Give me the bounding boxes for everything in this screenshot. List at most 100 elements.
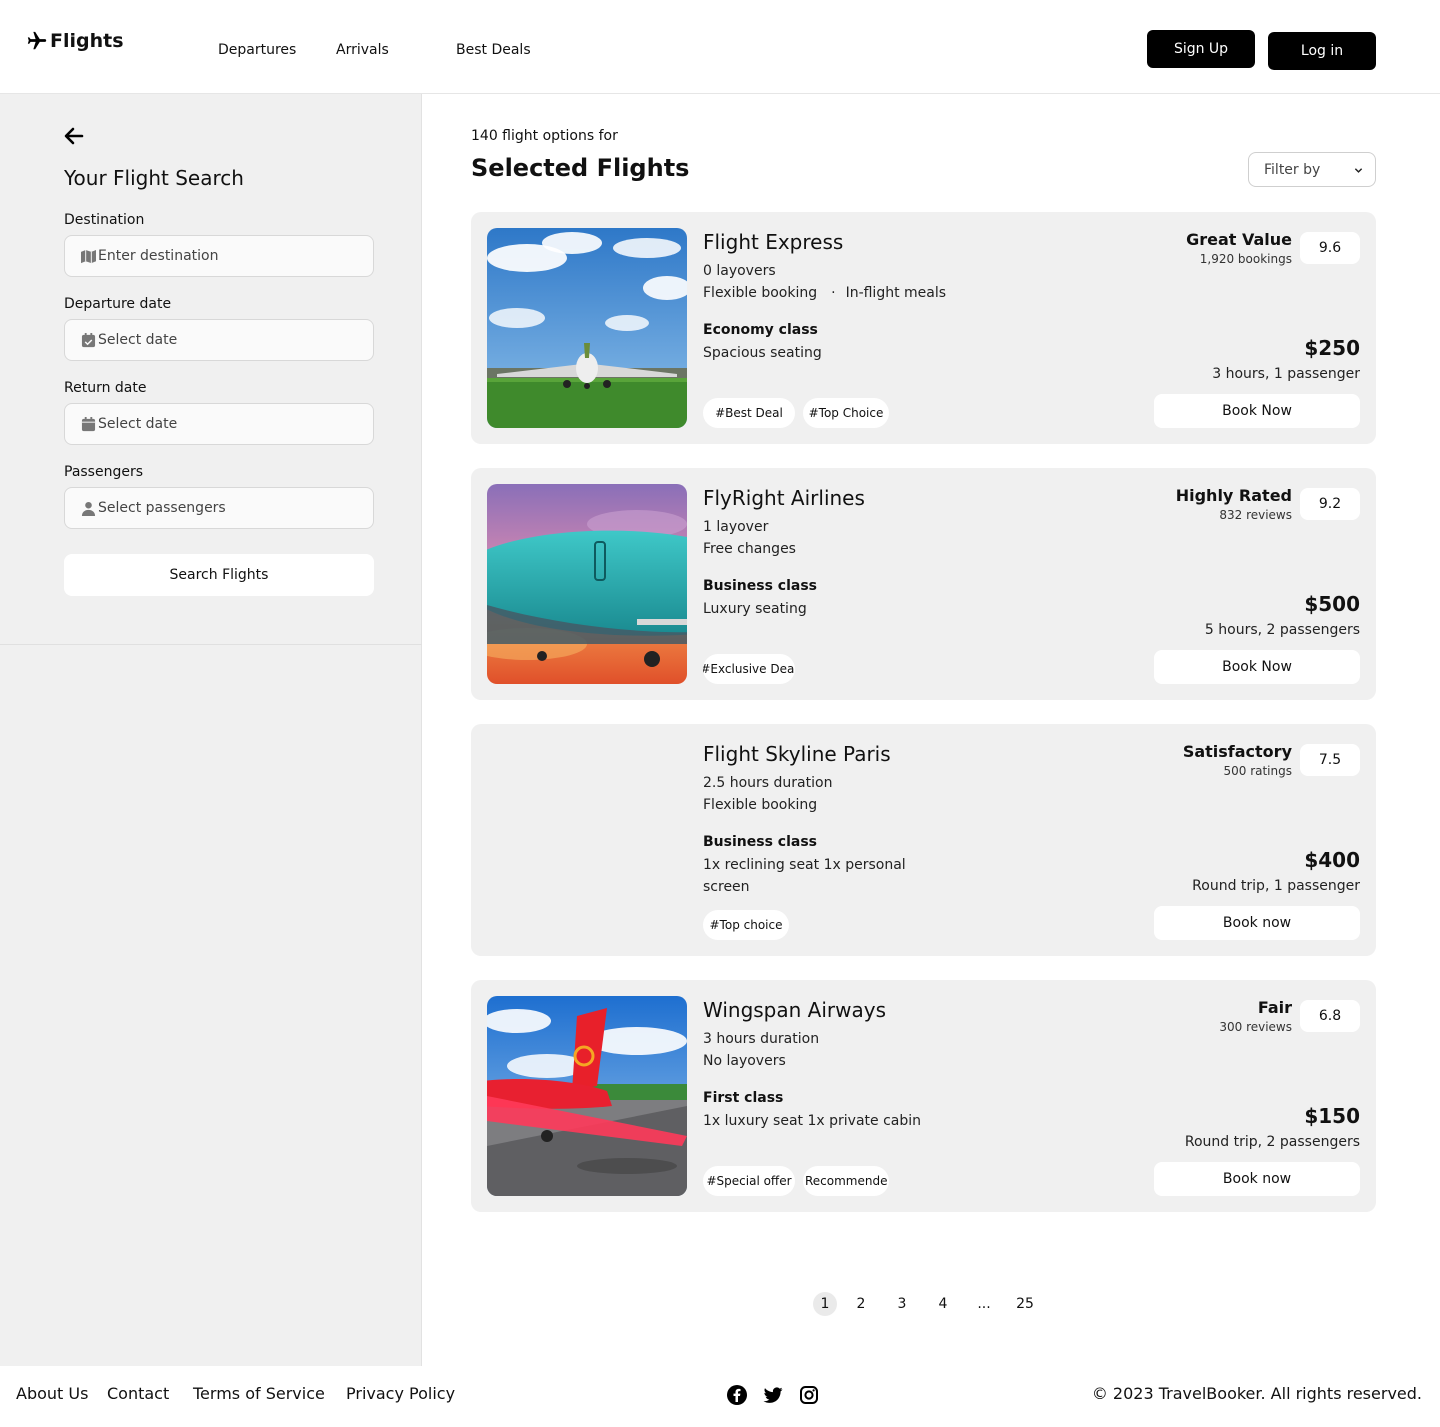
departure-date-input[interactable]: Select date <box>64 319 374 361</box>
return-date-placeholder: Select date <box>98 416 178 432</box>
class-description: Luxury seating <box>703 601 807 617</box>
footer-about[interactable]: About Us <box>16 1384 88 1403</box>
score-badge: 6.8 <box>1300 1000 1360 1032</box>
price-details: 3 hours, 1 passenger <box>1212 366 1360 382</box>
sidebar-title: Your Flight Search <box>64 166 244 190</box>
flight-duration: 3 hours duration <box>703 1031 820 1047</box>
footer-terms[interactable]: Terms of Service <box>193 1384 325 1403</box>
score-badge: 9.6 <box>1300 232 1360 264</box>
book-now-button[interactable]: Book now <box>1154 906 1360 940</box>
page-4[interactable]: 4 <box>931 1292 955 1316</box>
destination-input[interactable]: Enter destination <box>64 235 374 277</box>
departure-date-label: Departure date <box>64 296 172 312</box>
tag-chip[interactable]: #Exclusive Deal <box>703 654 795 684</box>
sidebar-divider <box>0 644 422 645</box>
footer-privacy[interactable]: Privacy Policy <box>346 1384 455 1403</box>
price-details: 5 hours, 2 passengers <box>1204 622 1360 638</box>
page-3[interactable]: 3 <box>890 1292 914 1316</box>
tag-chip[interactable]: #Best Deal <box>703 398 795 428</box>
tag-chip[interactable]: #Top Choice <box>803 398 889 428</box>
chevron-down-icon <box>1354 168 1363 173</box>
flight-layovers: 0 layovers <box>703 263 776 279</box>
tag-chip[interactable]: #Special offer <box>703 1166 795 1196</box>
back-arrow-icon[interactable] <box>64 126 84 146</box>
brand-logo[interactable]: Flights <box>26 30 124 52</box>
rating-label: Satisfactory <box>1182 742 1292 761</box>
flight-card: Wingspan Airways 3 hours duration No lay… <box>471 980 1376 1212</box>
copyright-text: © 2023 TravelBooker. All rights reserved… <box>1091 1384 1422 1403</box>
flight-class: Business class <box>703 834 817 850</box>
flight-name: Wingspan Airways <box>703 998 886 1022</box>
flight-class: Business class <box>703 578 817 594</box>
class-description: Spacious seating <box>703 345 822 361</box>
class-description-cont: screen <box>703 879 750 895</box>
page-1[interactable]: 1 <box>813 1292 837 1316</box>
flight-class: Economy class <box>703 322 818 338</box>
brand-name: Flights <box>50 30 124 52</box>
separator-dot: · <box>831 285 836 301</box>
destination-label: Destination <box>64 212 145 228</box>
flight-layovers: 1 layover <box>703 519 769 535</box>
nav-arrivals[interactable]: Arrivals <box>336 42 389 58</box>
flight-name: Flight Express <box>703 230 844 254</box>
red-airplane-image <box>487 996 687 1196</box>
price-details: Round trip, 2 passengers <box>1184 1134 1360 1150</box>
score-badge: 7.5 <box>1300 744 1360 776</box>
twitter-icon[interactable] <box>763 1385 783 1405</box>
flight-price: $250 <box>1304 336 1360 360</box>
book-now-button[interactable]: Book Now <box>1154 394 1360 428</box>
calendar-check-icon <box>81 332 96 347</box>
flight-image <box>487 484 687 684</box>
page-2[interactable]: 2 <box>849 1292 873 1316</box>
filter-dropdown[interactable]: Filter by <box>1248 152 1376 187</box>
search-flights-button[interactable]: Search Flights <box>64 554 374 596</box>
book-now-button[interactable]: Book now <box>1154 1162 1360 1196</box>
instagram-icon[interactable] <box>799 1385 819 1405</box>
flight-class: First class <box>703 1090 784 1106</box>
feature-meals: In-flight meals <box>845 285 947 301</box>
rating-count: 1,920 bookings <box>1199 252 1292 266</box>
airplane-icon <box>27 31 47 50</box>
facebook-icon[interactable] <box>727 1385 747 1405</box>
destination-placeholder: Enter destination <box>98 248 219 264</box>
flight-duration: 2.5 hours duration <box>703 775 833 791</box>
score-badge: 9.2 <box>1300 488 1360 520</box>
feature-flexible: Flexible booking <box>703 285 818 301</box>
calendar-icon <box>81 416 96 431</box>
rating-count: 832 reviews <box>1219 508 1292 522</box>
flight-card: Flight Express 0 layovers Flexible booki… <box>471 212 1376 444</box>
nav-best-deals[interactable]: Best Deals <box>456 42 531 58</box>
flight-price: $150 <box>1304 1104 1360 1128</box>
flight-card: FlyRight Airlines 1 layover Free changes… <box>471 468 1376 700</box>
tag-chip[interactable]: Recommende <box>803 1166 889 1196</box>
flight-name: FlyRight Airlines <box>703 486 865 510</box>
passengers-placeholder: Select passengers <box>98 500 226 516</box>
flight-features: Free changes <box>703 541 796 557</box>
results-title: Selected Flights <box>471 154 690 182</box>
rating-count: 500 ratings <box>1223 764 1292 778</box>
book-now-button[interactable]: Book Now <box>1154 650 1360 684</box>
tag-chip[interactable]: #Top choice <box>703 910 789 940</box>
airplane-runway-image <box>487 228 687 428</box>
flight-features: No layovers <box>703 1053 786 1069</box>
login-button[interactable]: Log in <box>1268 32 1376 70</box>
passengers-input[interactable]: Select passengers <box>64 487 374 529</box>
return-date-label: Return date <box>64 380 147 396</box>
page-footer: About Us Contact Terms of Service Privac… <box>0 1366 1440 1427</box>
results-count: 140 flight options for <box>471 128 618 144</box>
user-icon <box>81 501 96 516</box>
rating-label: Highly Rated <box>1175 486 1292 505</box>
flight-price: $400 <box>1304 848 1360 872</box>
footer-contact[interactable]: Contact <box>107 1384 169 1403</box>
return-date-input[interactable]: Select date <box>64 403 374 445</box>
map-icon <box>81 249 96 263</box>
search-sidebar: Your Flight Search Destination Enter des… <box>0 94 422 1366</box>
rating-label: Great Value <box>1186 230 1292 249</box>
class-description: 1x reclining seat 1x personal <box>703 857 906 873</box>
nav-departures[interactable]: Departures <box>218 42 296 58</box>
flight-card: Flight Skyline Paris 2.5 hours duration … <box>471 724 1376 956</box>
flight-price: $500 <box>1304 592 1360 616</box>
signup-button[interactable]: Sign Up <box>1147 30 1255 68</box>
page-25[interactable]: 25 <box>1013 1292 1037 1316</box>
airplane-sunset-image <box>487 484 687 684</box>
